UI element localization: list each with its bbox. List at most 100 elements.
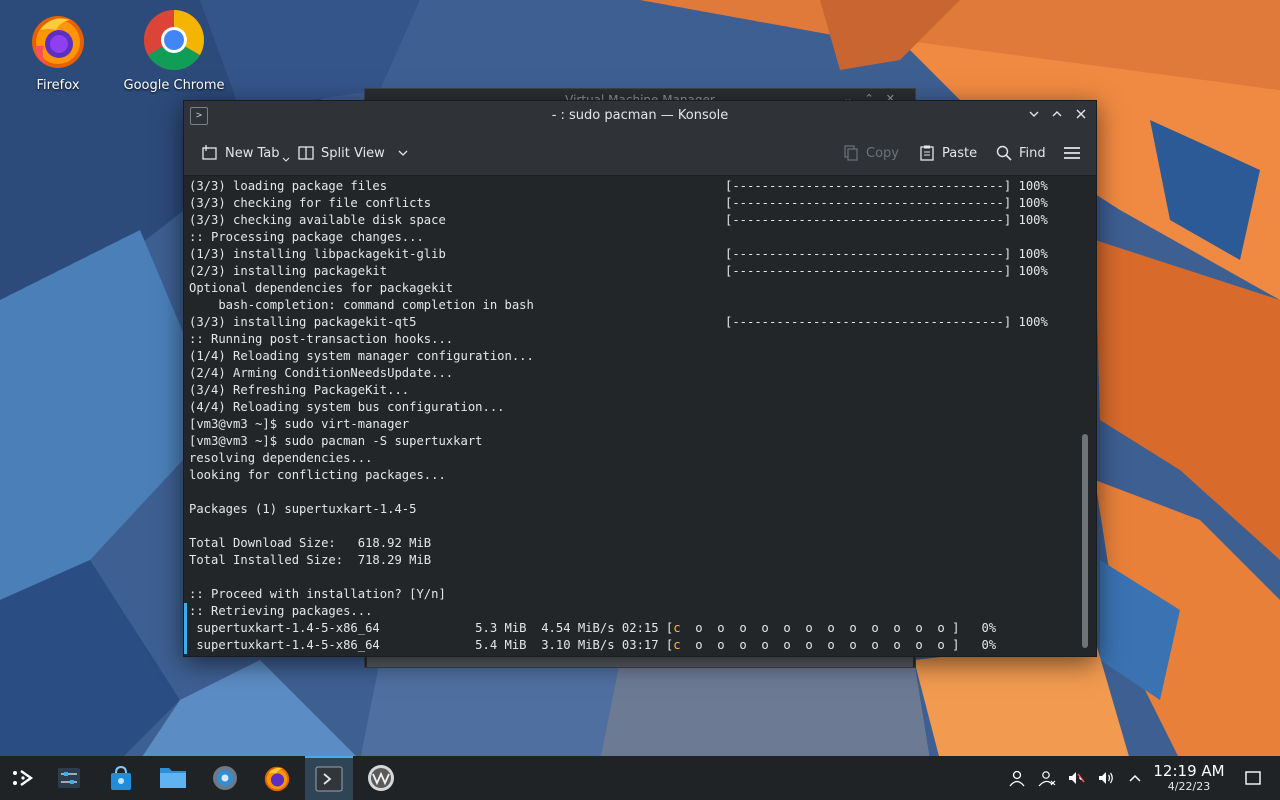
terminal-line-text: (2/4) Arming ConditionNeedsUpdate... xyxy=(189,366,454,380)
terminal-line: Total Download Size: 618.92 MiB xyxy=(189,535,431,552)
terminal-line: :: Processing package changes... xyxy=(189,229,424,246)
download-progress-dots: o o o o o o o o o o o o ] 0% xyxy=(680,621,997,635)
terminal-line: (3/3) installing packagekit-qt5 [--------… xyxy=(189,314,1048,331)
tray-user-icon-button[interactable] xyxy=(1007,768,1027,788)
close-button[interactable] xyxy=(1071,106,1091,126)
tray-microphone-muted-button[interactable] xyxy=(1066,768,1086,788)
terminal-line: (2/4) Arming ConditionNeedsUpdate... xyxy=(189,365,453,382)
terminal-line: (3/4) Refreshing PackageKit... xyxy=(189,382,409,399)
taskbar-firefox-button[interactable] xyxy=(253,756,301,800)
hamburger-menu-icon xyxy=(1064,147,1080,159)
copy-label: Copy xyxy=(866,145,899,161)
download-progress-dots: o o o o o o o o o o o o ] 0% xyxy=(680,638,997,652)
new-tab-icon xyxy=(202,145,217,160)
scroll-marker xyxy=(184,620,187,637)
terminal-line-text: :: Running post-transaction hooks... xyxy=(189,332,454,346)
tray-users-icon-button[interactable] xyxy=(1037,768,1057,788)
virt-manager-horizontal-scrollbar[interactable] xyxy=(367,657,913,667)
copy-button[interactable]: Copy xyxy=(842,131,899,175)
search-icon xyxy=(996,145,1012,161)
tray-expand-button[interactable] xyxy=(1125,768,1145,788)
terminal-line-text: (3/3) checking for file conflicts xyxy=(189,196,432,210)
progress-bar-text: [-------------------------------------] … xyxy=(725,247,1048,261)
terminal-line-text: resolving dependencies... xyxy=(189,451,373,465)
terminal-line-text: Total Download Size: 618.92 MiB xyxy=(189,536,432,550)
clock-time: 12:19 AM xyxy=(1153,762,1225,780)
application-launcher-button[interactable] xyxy=(0,756,48,800)
new-tab-button[interactable]: New Tab xyxy=(201,131,290,175)
download-progress-line: supertuxkart-1.4-5-x86_64 5.4 MiB 3.10 M… xyxy=(189,637,996,654)
terminal-line: Total Installed Size: 718.29 MiB xyxy=(189,552,431,569)
terminal-scrollbar-thumb[interactable] xyxy=(1082,434,1088,648)
terminal-line: Packages (1) supertuxkart-1.4-5 xyxy=(189,501,416,518)
maximize-button[interactable] xyxy=(1047,106,1067,126)
progress-bar-text: [-------------------------------------] … xyxy=(725,196,1048,210)
terminal-line-text: (3/3) installing packagekit-qt5 xyxy=(189,315,417,329)
pacman-glyph: c xyxy=(673,638,681,652)
terminal-line: [vm3@vm3 ~]$ sudo pacman -S supertuxkart xyxy=(189,433,483,450)
progress-bar-text: [-------------------------------------] … xyxy=(725,264,1048,278)
terminal-line-text: Optional dependencies for packagekit xyxy=(189,281,454,295)
terminal-line: (1/4) Reloading system manager configura… xyxy=(189,348,534,365)
terminal-line-text: bash-completion: command completion in b… xyxy=(189,298,534,312)
taskbar: 12:19 AM 4/22/23 xyxy=(0,756,1280,800)
terminal-line: (1/3) installing libpackagekit-glib [----… xyxy=(189,246,1048,263)
taskbar-clock[interactable]: 12:19 AM 4/22/23 xyxy=(1148,762,1230,794)
split-view-button[interactable]: Split View xyxy=(297,131,409,175)
terminal-scrollbar[interactable] xyxy=(1074,176,1096,656)
terminal-line-text: (3/3) loading package files xyxy=(189,179,388,193)
terminal-output[interactable]: (3/3) loading package files [------------… xyxy=(184,176,1074,656)
progress-bar-text: [-------------------------------------] … xyxy=(725,213,1048,227)
progress-bar-text: [-------------------------------------] … xyxy=(725,315,1048,329)
firefox-icon xyxy=(264,766,290,792)
sliders-icon xyxy=(58,768,80,788)
desktop-icon-google-chrome[interactable]: Google Chrome xyxy=(119,8,229,93)
taskbar-system-settings-button[interactable] xyxy=(201,756,249,800)
chevron-up-icon xyxy=(1129,774,1141,782)
find-label: Find xyxy=(1019,145,1046,161)
konsole-window[interactable]: > - : sudo pacman — Konsole New Tab Spli… xyxy=(183,100,1097,657)
window-title: - : sudo pacman — Konsole xyxy=(551,108,729,123)
taskbar-widgets-button[interactable] xyxy=(45,756,93,800)
terminal-line: resolving dependencies... xyxy=(189,450,372,467)
tray-volume-button[interactable] xyxy=(1096,768,1116,788)
download-progress-line: supertuxkart-1.4-5-x86_64 5.3 MiB 4.54 M… xyxy=(189,620,996,637)
hamburger-menu-button[interactable] xyxy=(1063,131,1081,175)
terminal-line-text: :: Retrieving packages... xyxy=(189,604,373,618)
new-tab-label: New Tab xyxy=(225,145,280,161)
terminal-line-text: (3/4) Refreshing PackageKit... xyxy=(189,383,410,397)
pacman-glyph: c xyxy=(673,621,681,635)
terminal-line-text: (2/3) installing packagekit xyxy=(189,264,388,278)
user-switch-icon xyxy=(1038,771,1056,787)
paste-button[interactable]: Paste xyxy=(918,131,977,175)
paste-icon xyxy=(920,145,934,161)
chevron-down-icon xyxy=(398,150,408,156)
terminal-line: (3/3) loading package files [------------… xyxy=(189,178,1048,195)
chrome-icon xyxy=(143,9,205,71)
taskbar-konsole-button[interactable] xyxy=(305,756,353,800)
terminal-line: (2/3) installing packagekit [------------… xyxy=(189,263,1048,280)
show-desktop-button[interactable] xyxy=(1243,768,1263,788)
konsole-titlebar[interactable]: > - : sudo pacman — Konsole xyxy=(184,101,1096,131)
user-icon xyxy=(1009,770,1025,787)
terminal-line: (3/3) checking available disk space [----… xyxy=(189,212,1048,229)
taskbar-virt-manager-button[interactable] xyxy=(357,756,405,800)
scroll-marker xyxy=(184,603,187,620)
terminal-line-text: looking for conflicting packages... xyxy=(189,468,446,482)
taskbar-discover-button[interactable] xyxy=(97,756,145,800)
show-desktop-icon xyxy=(1245,771,1261,785)
taskbar-dolphin-button[interactable] xyxy=(149,756,197,800)
clock-date: 4/22/23 xyxy=(1167,780,1211,793)
terminal-line: (3/3) checking for file conflicts [------… xyxy=(189,195,1048,212)
terminal-line-text: (1/4) Reloading system manager configura… xyxy=(189,349,534,363)
minimize-button[interactable] xyxy=(1024,106,1044,126)
dropdown-corner-icon xyxy=(282,157,289,162)
terminal-icon xyxy=(315,766,343,792)
terminal-line: (4/4) Reloading system bus configuration… xyxy=(189,399,505,416)
find-button[interactable]: Find xyxy=(995,131,1046,175)
desktop-icon-firefox[interactable]: Firefox xyxy=(3,8,113,93)
desktop-icon-label: Google Chrome xyxy=(123,78,225,93)
terminal-line-text: :: Proceed with installation? [Y/n] xyxy=(189,587,446,601)
terminal-line: Optional dependencies for packagekit xyxy=(189,280,453,297)
folder-icon xyxy=(160,768,186,788)
